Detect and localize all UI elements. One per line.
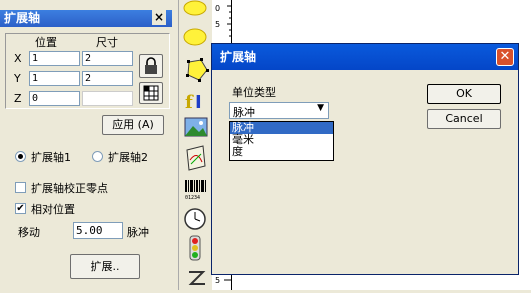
- axis-y-label: Y: [14, 72, 21, 85]
- option-degree[interactable]: 度: [230, 146, 333, 158]
- tool-palette: f I 01234: [178, 0, 210, 290]
- chevron-down-icon: ▼: [317, 103, 324, 113]
- unit-type-options: 脉冲 毫米 度: [229, 121, 334, 161]
- image-tool-icon[interactable]: [184, 117, 208, 137]
- apply-button[interactable]: 应用 (A): [102, 115, 164, 135]
- x-size-input[interactable]: 2: [82, 51, 133, 66]
- more-tool-icon[interactable]: [188, 271, 206, 285]
- col-position-label: 位置: [35, 36, 57, 49]
- move-input[interactable]: 5.00: [73, 222, 123, 239]
- ellipse-tool-icon[interactable]: [183, 0, 207, 16]
- extend-button[interactable]: 扩展..: [70, 254, 140, 279]
- circle-tool-icon[interactable]: [183, 28, 207, 46]
- ok-button[interactable]: OK: [427, 84, 501, 104]
- panel-close-button[interactable]: ×: [152, 10, 166, 25]
- axis-z-label: Z: [14, 92, 22, 105]
- extend-axis-dialog: 扩展轴 ✕ 单位类型 脉冲 ▼ 脉冲 毫米 度 OK Cancel: [211, 43, 519, 275]
- ruler-tick-label: 0: [215, 4, 220, 13]
- option-mm[interactable]: 毫米: [230, 134, 333, 146]
- grid-button[interactable]: [139, 82, 163, 104]
- dialog-close-button[interactable]: ✕: [496, 48, 514, 66]
- move-unit-label: 脉冲: [127, 226, 149, 239]
- col-size-label: 尺寸: [96, 36, 118, 49]
- radio-axis2[interactable]: [92, 151, 103, 162]
- svg-text:I: I: [195, 92, 202, 113]
- dialog-title: 扩展轴: [220, 50, 257, 64]
- grid-icon: [143, 85, 159, 101]
- x-position-input[interactable]: 1: [29, 51, 80, 66]
- ruler-tick-label: 5: [215, 20, 220, 29]
- lock-icon: [145, 57, 157, 74]
- text-tool-icon[interactable]: f I: [185, 92, 202, 113]
- calib-zero-checkbox[interactable]: [15, 182, 26, 193]
- barcode-digits: 01234: [185, 195, 200, 201]
- ruler-tick-label: 5: [215, 276, 220, 285]
- y-position-input[interactable]: 1: [29, 71, 80, 86]
- unit-type-label: 单位类型: [232, 86, 276, 99]
- polygon-tool-icon[interactable]: [186, 58, 209, 82]
- move-label: 移动: [18, 226, 40, 239]
- vector-file-tool-icon[interactable]: [186, 145, 206, 171]
- axis-x-label: X: [14, 52, 22, 65]
- calib-zero-label: 扩展轴校正零点: [31, 182, 108, 195]
- clock-tool-icon[interactable]: [184, 208, 206, 230]
- radio-axis1[interactable]: [15, 151, 26, 162]
- svg-text:f: f: [185, 92, 194, 113]
- y-size-input[interactable]: 2: [82, 71, 133, 86]
- relative-position-label: 相对位置: [31, 203, 75, 216]
- panel-title: 扩展轴: [4, 11, 41, 25]
- signal-light-tool-icon[interactable]: [189, 235, 201, 261]
- z-size-input[interactable]: [82, 91, 133, 106]
- relative-position-checkbox[interactable]: ✔: [15, 203, 26, 214]
- panel-title-bar: 扩展轴 ×: [0, 10, 172, 27]
- cancel-button[interactable]: Cancel: [427, 109, 501, 129]
- radio-axis2-label: 扩展轴2: [108, 151, 148, 164]
- barcode-tool-icon[interactable]: 01234: [185, 180, 206, 201]
- dialog-title-bar: 扩展轴 ✕: [212, 44, 518, 70]
- radio-axis1-label: 扩展轴1: [31, 151, 71, 164]
- unit-type-selected: 脉冲: [233, 106, 255, 119]
- unit-type-select[interactable]: 脉冲 ▼: [229, 102, 329, 119]
- z-position-input[interactable]: 0: [29, 91, 80, 106]
- lock-button[interactable]: [139, 54, 163, 78]
